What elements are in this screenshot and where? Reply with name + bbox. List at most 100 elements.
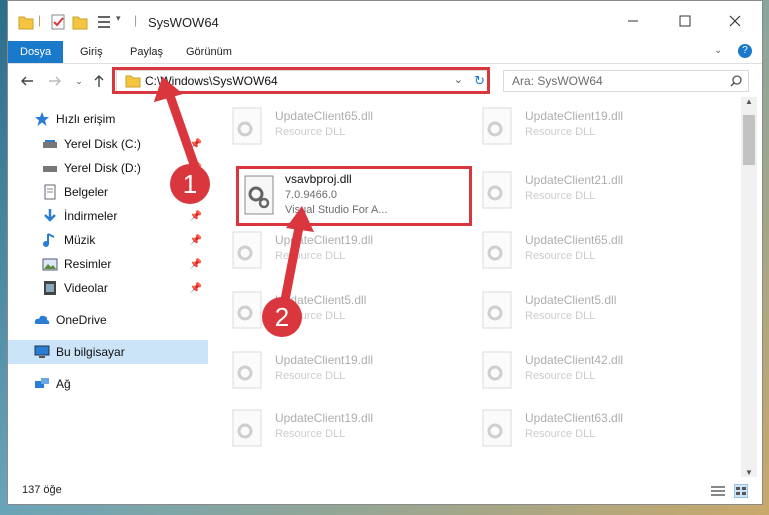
list-item[interactable]: UpdateClient19.dll Resource DLL — [223, 403, 463, 451]
drive-icon — [42, 160, 58, 176]
new-folder-icon[interactable] — [72, 13, 88, 31]
dll-file-icon — [232, 291, 262, 329]
file-name: UpdateClient21.dll — [525, 173, 624, 187]
search-placeholder: Ara: SysWOW64 — [512, 74, 603, 88]
sidebar-item-network[interactable]: Ağ — [8, 372, 208, 396]
music-icon — [42, 232, 58, 248]
back-button[interactable] — [18, 72, 36, 90]
sidebar-item-downloads[interactable]: İndirmeler 📌 — [8, 204, 208, 228]
file-name: UpdateClient65.dll — [275, 109, 374, 123]
sidebar-item-label: Videolar — [64, 281, 108, 295]
address-bar[interactable]: C:\Windows\SysWOW64 ⌄ ↻ — [116, 70, 490, 92]
recent-dropdown-icon[interactable]: ⌄ — [70, 72, 88, 90]
file-type: Resource DLL — [275, 428, 346, 440]
explorer-window: | ▾ | SysWOW64 Dosya Giriş Paylaş Görünü… — [7, 0, 763, 505]
tab-paylas[interactable]: Paylaş — [118, 41, 175, 63]
tab-dosya[interactable]: Dosya — [8, 41, 64, 63]
list-item[interactable]: UpdateClient5.dll Resource DLL — [223, 285, 463, 333]
navigation-pane: Hızlı erişim Yerel Disk (C:) 📌 Yerel Dis… — [8, 101, 208, 476]
vertical-scrollbar[interactable]: ▲ ▼ — [741, 97, 757, 477]
tab-giris[interactable]: Giriş — [68, 41, 115, 63]
sidebar-item-label: Belgeler — [64, 185, 109, 199]
maximize-icon — [679, 15, 691, 27]
list-item[interactable]: UpdateClient5.dll Resource DLL — [473, 285, 713, 333]
up-button[interactable] — [90, 72, 108, 90]
close-button[interactable] — [712, 1, 758, 41]
pictures-icon — [42, 256, 58, 272]
file-type: Resource DLL — [275, 370, 346, 382]
pin-icon: 📌 — [189, 210, 202, 222]
file-version: 7.0.9466.0 — [285, 189, 337, 201]
sidebar-item-pictures[interactable]: Resimler 📌 — [8, 252, 208, 276]
scroll-up-icon[interactable]: ▲ — [745, 97, 753, 106]
sidebar-item-label: Yerel Disk (D:) — [64, 161, 141, 175]
sidebar-item-music[interactable]: Müzik 📌 — [8, 228, 208, 252]
list-item[interactable]: UpdateClient19.dll Resource DLL — [223, 345, 463, 393]
help-icon[interactable]: ? — [738, 44, 752, 58]
file-type: Resource DLL — [525, 310, 596, 322]
file-type: Resource DLL — [275, 126, 346, 138]
file-description: Visual Studio For A... — [285, 204, 388, 216]
maximize-button[interactable] — [662, 1, 708, 41]
sidebar-item-label: OneDrive — [56, 313, 107, 327]
sidebar-item-this-pc[interactable]: Bu bilgisayar — [8, 340, 208, 364]
dll-file-icon — [482, 231, 512, 269]
refresh-icon[interactable]: ↻ — [474, 73, 485, 89]
list-item[interactable]: UpdateClient42.dll Resource DLL — [473, 345, 713, 393]
sidebar-item-onedrive[interactable]: OneDrive — [8, 308, 208, 332]
list-item[interactable]: UpdateClient65.dll Resource DLL — [223, 101, 463, 149]
computer-icon — [34, 344, 50, 360]
scroll-down-icon[interactable]: ▼ — [745, 468, 753, 477]
file-name: UpdateClient65.dll — [525, 233, 624, 247]
sidebar-item-disk-c[interactable]: Yerel Disk (C:) 📌 — [8, 132, 208, 156]
list-item[interactable]: UpdateClient19.dll Resource DLL — [473, 101, 713, 149]
pin-icon: 📌 — [189, 282, 202, 294]
qa-dropdown-icon[interactable]: ▾ — [116, 13, 121, 31]
folder-icon — [125, 75, 141, 88]
pin-icon: 📌 — [189, 258, 202, 270]
status-bar: 137 öğe — [8, 479, 762, 503]
expand-ribbon-icon[interactable]: ⌄ — [714, 45, 722, 56]
properties-icon[interactable] — [50, 13, 66, 31]
list-item[interactable]: UpdateClient63.dll Resource DLL — [473, 403, 713, 451]
sidebar-item-label: Hızlı erişim — [56, 112, 116, 126]
dll-file-icon — [232, 409, 262, 447]
network-icon — [34, 376, 50, 392]
file-name: UpdateClient19.dll — [275, 233, 374, 247]
pin-icon: 📌 — [189, 138, 202, 150]
file-type: Resource DLL — [275, 250, 346, 262]
list-item[interactable]: UpdateClient65.dll Resource DLL — [473, 225, 713, 273]
documents-icon — [42, 184, 58, 200]
tiles-view-icon[interactable] — [734, 484, 748, 498]
file-name: UpdateClient5.dll — [525, 293, 617, 307]
minimize-button[interactable] — [610, 1, 656, 41]
details-view-icon[interactable] — [711, 485, 725, 497]
close-icon — [729, 15, 741, 27]
target-file-vsavbproj[interactable]: vsavbproj.dll 7.0.9466.0 Visual Studio F… — [236, 166, 472, 226]
dll-file-icon — [232, 351, 262, 389]
tab-gorunum[interactable]: Görünüm — [174, 41, 244, 63]
customize-icon[interactable] — [96, 13, 112, 31]
sidebar-item-label: Yerel Disk (C:) — [64, 137, 141, 151]
file-type: Resource DLL — [525, 126, 596, 138]
scrollbar-thumb[interactable] — [743, 115, 755, 165]
arrow-right-icon — [49, 76, 61, 86]
forward-button[interactable] — [46, 72, 64, 90]
address-path: C:\Windows\SysWOW64 — [145, 74, 278, 88]
address-dropdown-icon[interactable]: ⌄ — [454, 73, 463, 86]
search-box[interactable]: Ara: SysWOW64 — [503, 70, 749, 92]
window-title: SysWOW64 — [148, 15, 219, 30]
sidebar-item-quick-access[interactable]: Hızlı erişim — [8, 107, 208, 131]
file-name: UpdateClient19.dll — [275, 353, 374, 367]
sidebar-item-videos[interactable]: Videolar 📌 — [8, 276, 208, 300]
step-1-badge: 1 — [170, 164, 210, 204]
dll-file-icon — [232, 107, 262, 145]
file-type: Resource DLL — [525, 428, 596, 440]
videos-icon — [42, 280, 58, 296]
file-name: UpdateClient63.dll — [525, 411, 624, 425]
cloud-icon — [34, 312, 50, 328]
folder-icon — [18, 16, 34, 30]
list-item[interactable]: UpdateClient19.dll Resource DLL — [223, 225, 463, 273]
dll-file-icon — [482, 171, 512, 209]
list-item[interactable]: UpdateClient21.dll Resource DLL — [473, 165, 713, 213]
